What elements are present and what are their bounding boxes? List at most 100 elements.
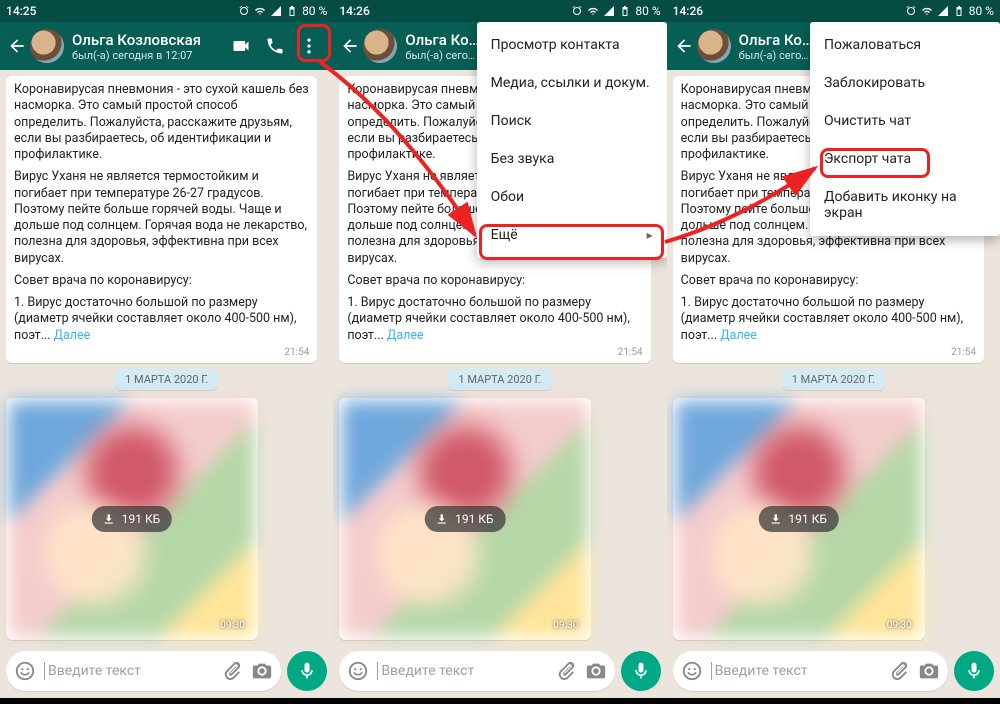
alarm-icon xyxy=(571,5,583,17)
mic-icon xyxy=(631,661,651,681)
signal-icon xyxy=(937,5,949,17)
back-arrow-icon xyxy=(340,36,360,56)
voice-record-button[interactable] xyxy=(954,651,994,691)
battery-pct: 80 % xyxy=(635,4,660,18)
download-icon xyxy=(435,512,449,526)
msg-para: Совет врача по коронавирусу: xyxy=(681,273,976,289)
emoji-icon[interactable] xyxy=(14,660,36,682)
msg-para: Совет врача по коронавирусу: xyxy=(14,273,309,289)
avatar[interactable] xyxy=(697,29,731,63)
menu-more[interactable]: Ещё▸ xyxy=(477,216,667,254)
read-more-link[interactable]: Далее xyxy=(720,328,757,343)
msg-para: Вирус Уханя не является термостойким и п… xyxy=(14,169,309,267)
avatar[interactable] xyxy=(30,29,64,63)
video-call-icon[interactable] xyxy=(231,36,251,56)
chat-area[interactable]: Коронавирусая пневмония - это сухой каше… xyxy=(0,70,333,650)
download-icon xyxy=(768,512,782,526)
image-message[interactable]: 191 КБ 09:30 xyxy=(339,398,591,640)
back-arrow-icon xyxy=(674,36,694,56)
signal-icon xyxy=(270,5,282,17)
attach-icon[interactable] xyxy=(221,660,243,682)
wifi-icon xyxy=(587,5,599,17)
input-placeholder: Введите текст xyxy=(377,662,546,680)
screen-3: 14:26 80 % Ольга Козловская был(-а) сего… xyxy=(667,0,1000,698)
image-message[interactable]: 191 КБ 09:30 xyxy=(6,398,258,640)
attach-icon[interactable] xyxy=(555,660,577,682)
battery-icon xyxy=(286,5,298,17)
status-time: 14:26 xyxy=(339,4,369,18)
back-button[interactable] xyxy=(4,33,30,59)
status-indicators: 80 % xyxy=(905,4,994,18)
image-time: 09:30 xyxy=(887,620,912,631)
date-chip: 1 МАРТА 2020 Г. xyxy=(782,369,885,390)
signal-icon xyxy=(603,5,615,17)
download-button[interactable]: 191 КБ xyxy=(92,506,172,532)
input-placeholder: Введите текст xyxy=(711,662,880,680)
battery-icon xyxy=(953,5,965,17)
status-indicators: 80 % xyxy=(571,4,660,18)
voice-call-icon[interactable] xyxy=(265,36,285,56)
menu-search[interactable]: Поиск xyxy=(477,102,667,140)
wifi-icon xyxy=(254,5,266,17)
contact-name: Ольга Козловская xyxy=(739,31,815,49)
menu-export-chat[interactable]: Экспорт чата xyxy=(810,140,1000,178)
msg-para: Совет врача по коронавирусу: xyxy=(347,273,642,289)
menu-view-contact[interactable]: Просмотр контакта xyxy=(477,26,667,64)
header-text[interactable]: Ольга Козловская был(-а) сегодня в 12:07 xyxy=(72,31,225,62)
alarm-icon xyxy=(238,5,250,17)
emoji-icon[interactable] xyxy=(681,660,703,682)
header-text[interactable]: Ольга Козловская был(-а) сегодня в 12 xyxy=(739,31,815,62)
message-input-box[interactable]: Введите текст xyxy=(673,651,948,691)
camera-icon[interactable] xyxy=(251,660,273,682)
voice-record-button[interactable] xyxy=(621,651,661,691)
contact-name: Ольга Козловская xyxy=(405,31,481,49)
image-message[interactable]: 191 КБ 09:30 xyxy=(673,398,925,640)
menu-report[interactable]: Пожаловаться xyxy=(810,26,1000,64)
file-size: 191 КБ xyxy=(122,512,160,526)
status-time: 14:25 xyxy=(6,4,36,18)
image-time: 09:30 xyxy=(553,620,578,631)
last-seen: был(-а) сегодня в 12 xyxy=(405,49,481,62)
download-button[interactable]: 191 КБ xyxy=(758,506,838,532)
menu-block[interactable]: Заблокировать xyxy=(810,64,1000,102)
menu-wallpaper[interactable]: Обои xyxy=(477,178,667,216)
attach-icon[interactable] xyxy=(888,660,910,682)
last-seen: был(-а) сегодня в 12 xyxy=(739,49,815,62)
menu-clear-chat[interactable]: Очистить чат xyxy=(810,102,1000,140)
message-time: 21:54 xyxy=(14,346,309,359)
back-arrow-icon xyxy=(7,36,27,56)
more-options-button[interactable] xyxy=(299,36,319,56)
status-time: 14:26 xyxy=(673,4,703,18)
status-bar: 14:26 80 % xyxy=(333,0,666,22)
message-input-box[interactable]: Введите текст xyxy=(339,651,614,691)
more-submenu: Пожаловаться Заблокировать Очистить чат … xyxy=(810,22,1000,236)
avatar[interactable] xyxy=(363,29,397,63)
back-button[interactable] xyxy=(671,33,697,59)
back-button[interactable] xyxy=(337,33,363,59)
alarm-icon xyxy=(905,5,917,17)
mic-icon xyxy=(964,661,984,681)
screen-1: 14:25 80 % Ольга Козловская был(-а) сего… xyxy=(0,0,333,698)
read-more-link[interactable]: Далее xyxy=(54,328,91,343)
voice-record-button[interactable] xyxy=(287,651,327,691)
chevron-right-icon: ▸ xyxy=(647,228,653,242)
menu-mute[interactable]: Без звука xyxy=(477,140,667,178)
message-time: 21:54 xyxy=(681,346,976,359)
camera-icon[interactable] xyxy=(585,660,607,682)
chat-header: Ольга Козловская был(-а) сегодня в 12:07 xyxy=(0,22,333,70)
message-bubble[interactable]: Коронавирусая пневмония - это сухой каше… xyxy=(6,76,317,363)
battery-icon xyxy=(619,5,631,17)
download-button[interactable]: 191 КБ xyxy=(425,506,505,532)
message-input-box[interactable]: Введите текст xyxy=(6,651,281,691)
battery-pct: 80 % xyxy=(969,4,994,18)
input-bar: Введите текст xyxy=(333,650,666,698)
input-placeholder: Введите текст xyxy=(44,662,213,680)
camera-icon[interactable] xyxy=(918,660,940,682)
header-text[interactable]: Ольга Козловская был(-а) сегодня в 12 xyxy=(405,31,481,62)
read-more-link[interactable]: Далее xyxy=(387,328,424,343)
emoji-icon[interactable] xyxy=(347,660,369,682)
menu-media[interactable]: Медиа, ссылки и докум. xyxy=(477,64,667,102)
download-icon xyxy=(102,512,116,526)
screen-2: 14:26 80 % Ольга Козловская был(-а) сего… xyxy=(333,0,666,698)
menu-add-shortcut[interactable]: Добавить иконку на экран xyxy=(810,178,1000,232)
